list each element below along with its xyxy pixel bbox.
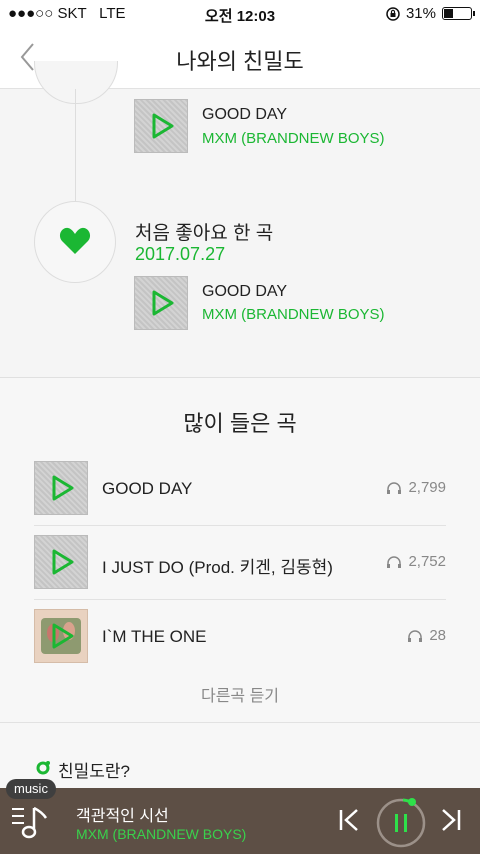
album-thumbnail[interactable] (134, 276, 188, 330)
song-artist[interactable]: MXM (BRANDNEW BOYS) (202, 306, 385, 323)
section-title: 많이 들은 곡 (183, 411, 297, 436)
list-item[interactable]: I JUST DO (Prod. 키겐, 김동현) 2,752 (34, 525, 446, 599)
song-title: GOOD DAY (202, 106, 288, 123)
play-icon (52, 623, 74, 649)
play-icon (52, 475, 74, 501)
play-icon (52, 549, 74, 575)
battery-icon (442, 7, 475, 20)
play-count: 28 (407, 627, 446, 644)
about-section[interactable]: 친밀도란? (0, 722, 480, 789)
album-thumbnail[interactable] (34, 461, 88, 515)
timeline-node-prev (34, 61, 118, 104)
timeline-node (34, 201, 116, 283)
list-item[interactable]: I`M THE ONE 28 (34, 599, 446, 673)
play-count-value: 2,752 (408, 553, 446, 570)
headphone-icon (408, 629, 423, 642)
headphone-icon (387, 555, 402, 568)
play-count: 2,752 (386, 553, 446, 570)
most-played-section: 많이 들은 곡 GOOD DAY 2,799 I JUST DO (Prod. … (0, 378, 480, 722)
mini-player[interactable]: music 객관적인 시선 MXM (BRANDNEW BOYS) (0, 779, 480, 854)
prev-icon[interactable] (338, 808, 360, 832)
play-count-value: 2,799 (408, 479, 446, 496)
play-icon (152, 290, 174, 316)
music-tag: music (6, 779, 56, 799)
album-thumbnail[interactable] (34, 535, 88, 589)
timeline-line (75, 89, 76, 207)
song-artist[interactable]: MXM (BRANDNEW BOYS) (202, 130, 385, 147)
play-icon (152, 113, 174, 139)
more-songs-link[interactable]: 다른곡 듣기 (0, 682, 480, 706)
heart-icon (59, 227, 91, 254)
battery-percent: 31% (405, 5, 436, 22)
song-title: I`M THE ONE (102, 627, 207, 646)
now-playing-title[interactable]: 객관적인 시선 (76, 802, 169, 826)
list-item[interactable]: GOOD DAY 2,799 (34, 451, 446, 525)
info-dot-icon (36, 761, 50, 775)
status-right: 31% (386, 5, 475, 22)
playlist-icon[interactable] (12, 804, 52, 840)
status-bar: ●●●○○ SKT LTE 오전 12:03 31% (0, 0, 480, 26)
album-thumbnail[interactable] (134, 99, 188, 153)
timeline-section: GOOD DAY MXM (BRANDNEW BOYS) 처음 좋아요 한 곡 … (0, 61, 480, 377)
play-count-value: 28 (429, 627, 446, 644)
now-playing-artist[interactable]: MXM (BRANDNEW BOYS) (76, 826, 246, 842)
event-title: 처음 좋아요 한 곡 (135, 223, 274, 244)
headphone-icon (387, 481, 402, 494)
about-label[interactable]: 친밀도란? (58, 757, 130, 782)
pause-button[interactable] (376, 798, 426, 848)
song-title: I JUST DO (Prod. 키겐, 김동현) (102, 558, 333, 577)
rotation-lock-icon (386, 6, 400, 21)
event-date: 2017.07.27 (135, 244, 226, 264)
song-title: GOOD DAY (202, 283, 288, 300)
play-count: 2,799 (386, 479, 446, 496)
next-icon[interactable] (440, 808, 462, 832)
album-thumbnail[interactable] (34, 609, 88, 663)
song-title: GOOD DAY (102, 479, 193, 498)
